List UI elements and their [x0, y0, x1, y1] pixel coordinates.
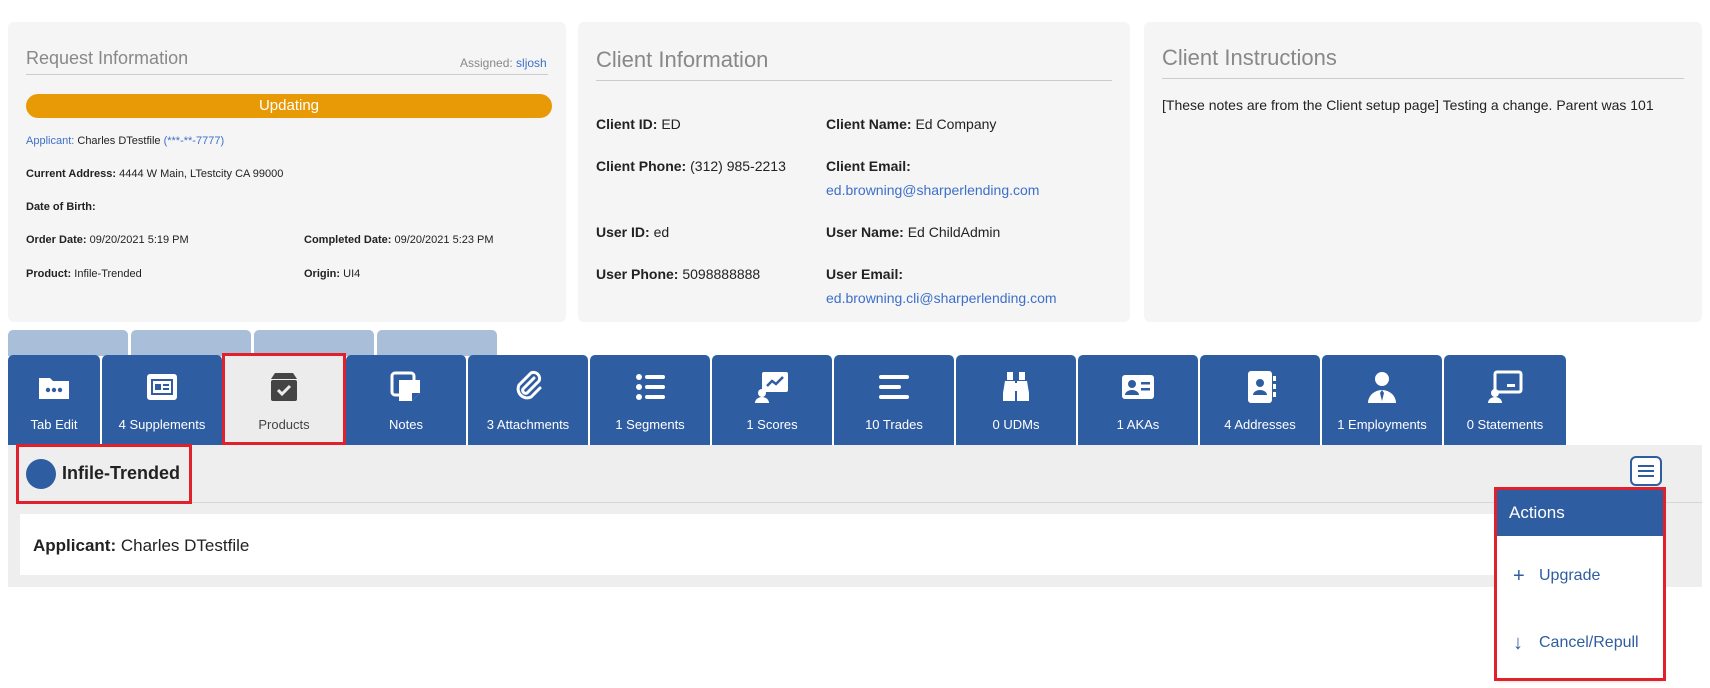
client-id-line: Client ID: ED	[596, 116, 681, 132]
address-book-icon	[1248, 371, 1276, 403]
arrow-down-icon: ↓	[1513, 632, 1523, 654]
client-name-line: Client Name: Ed Company	[826, 116, 997, 132]
status-badge: Updating	[26, 94, 552, 118]
tab-supplements-label: 4 Supplements	[118, 417, 206, 432]
client-email-link[interactable]: ed.browning@sharperlending.com	[826, 182, 1039, 198]
product-line: Product: Infile-Trended	[26, 268, 142, 280]
tab-segments-label: 1 Segments	[615, 417, 685, 432]
ghost-tab-2	[131, 330, 251, 356]
tab-scores[interactable]: 1 Scores	[712, 355, 832, 445]
client-info-divider	[596, 80, 1112, 81]
tab-akas-label: 1 AKAs	[1116, 417, 1160, 432]
plus-icon: +	[1513, 565, 1525, 587]
client-info-title: Client Information	[596, 47, 769, 72]
address-line: Current Address: 4444 W Main, LTestcity …	[26, 168, 284, 180]
client-email-label: Client Email:	[826, 158, 911, 174]
tab-scores-label: 1 Scores	[746, 417, 798, 432]
applicant-ssn-link[interactable]: (***-**-7777)	[164, 135, 225, 147]
list-icon	[636, 374, 665, 400]
order-date-line: Order Date: 09/20/2021 5:19 PM	[26, 234, 189, 246]
actions-dropdown-title: Actions	[1497, 490, 1663, 536]
user-name-line: User Name: Ed ChildAdmin	[826, 224, 1001, 240]
tab-addresses-label: 4 Addresses	[1224, 417, 1296, 432]
user-email-label: User Email:	[826, 266, 904, 282]
applicant-card	[20, 514, 1664, 575]
tab-statements-label: 0 Statements	[1466, 417, 1544, 432]
applicant-line: Applicant: Charles DTestfile (***-**-777…	[26, 135, 225, 147]
tab-trades[interactable]: 10 Trades	[834, 355, 954, 445]
product-applicant-line: Applicant: Charles DTestfile	[33, 536, 250, 555]
tab-segments[interactable]: 1 Segments	[590, 355, 710, 445]
chart-screen-icon	[755, 372, 788, 403]
actions-menu-button[interactable]	[1630, 456, 1662, 486]
cancel-repull-menu-item[interactable]: ↓ Cancel/Repull	[1497, 623, 1663, 663]
tab-supplements[interactable]: 4 Supplements	[102, 355, 222, 445]
origin-line: Origin: UI4	[304, 268, 361, 280]
tab-attachments-label: 3 Attachments	[486, 417, 570, 432]
tab-attachments[interactable]: 3 Attachments	[468, 355, 588, 445]
dob-label: Date of Birth:	[26, 201, 96, 213]
product-status-dot	[26, 459, 56, 489]
folder-dots-icon	[39, 378, 69, 399]
user-phone-line: User Phone: 5098888888	[596, 266, 761, 282]
tab-edit-label: Tab Edit	[30, 417, 78, 432]
client-instructions-divider	[1162, 78, 1684, 79]
actions-dropdown: Actions + Upgrade ↓ Cancel/Repull	[1497, 490, 1663, 680]
tab-udms-label: 0 UDMs	[992, 417, 1040, 432]
screen-user-icon	[1488, 370, 1523, 403]
user-id-line: User ID: ed	[596, 224, 670, 240]
tab-employments-label: 1 Employments	[1337, 417, 1427, 432]
applicant-link[interactable]: Applicant:	[26, 135, 74, 147]
binoculars-icon	[1003, 372, 1029, 401]
lines-icon	[879, 375, 909, 399]
request-info-divider	[26, 74, 548, 75]
tab-akas[interactable]: 1 AKAs	[1078, 355, 1198, 445]
completed-date-line: Completed Date: 09/20/2021 5:23 PM	[304, 234, 494, 246]
tab-notes-label: Notes	[389, 417, 423, 432]
tab-trades-label: 10 Trades	[865, 417, 923, 432]
product-name: Infile-Trended	[62, 463, 181, 483]
client-instructions-title: Client Instructions	[1162, 45, 1337, 70]
assigned-user-link[interactable]: sljosh	[516, 56, 547, 70]
user-email-link[interactable]: ed.browning.cli@sharperlending.com	[826, 290, 1057, 306]
tab-products[interactable]: Products	[224, 355, 344, 445]
paperclip-icon	[516, 370, 542, 400]
client-phone-line: Client Phone: (312) 985-2213	[596, 158, 786, 174]
tab-notes[interactable]: Notes	[346, 355, 466, 445]
box-check-icon	[271, 373, 297, 401]
assigned-label: Assigned: sljosh	[460, 56, 547, 70]
tab-edit[interactable]: Tab Edit	[8, 355, 100, 445]
tab-addresses[interactable]: 4 Addresses	[1200, 355, 1320, 445]
ghost-tab-4	[377, 330, 497, 356]
user-tie-icon	[1368, 372, 1396, 403]
id-card-icon	[147, 374, 177, 400]
client-instructions-text: [These notes are from the Client setup p…	[1162, 97, 1654, 113]
tab-statements[interactable]: 0 Statements	[1444, 355, 1566, 445]
request-info-title: Request Information	[26, 48, 189, 68]
hamburger-icon	[1638, 465, 1654, 477]
notes-icon	[390, 371, 420, 401]
upgrade-menu-item[interactable]: + Upgrade	[1497, 556, 1663, 596]
product-divider	[18, 502, 1702, 503]
ghost-tab-3	[254, 330, 374, 356]
tab-products-label: Products	[258, 417, 310, 432]
tab-udms[interactable]: 0 UDMs	[956, 355, 1076, 445]
tab-employments[interactable]: 1 Employments	[1322, 355, 1442, 445]
contact-card-icon	[1122, 375, 1154, 399]
ghost-tab-1	[8, 330, 128, 356]
